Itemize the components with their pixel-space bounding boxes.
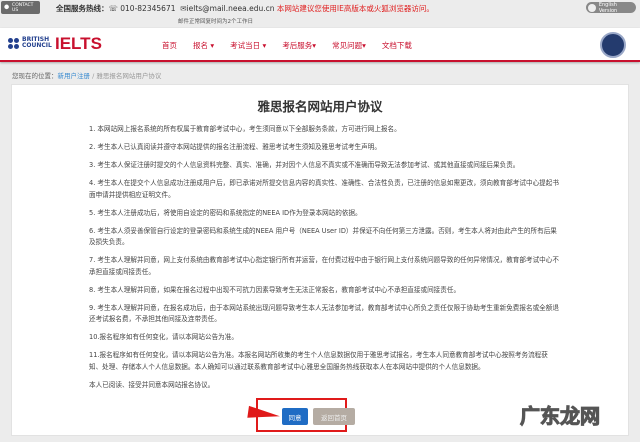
- breadcrumb-label: 您现在的位置：: [12, 72, 58, 80]
- phone-icon: ☏: [108, 4, 121, 13]
- contact-us-button[interactable]: ⬤ CONTACT US: [1, 1, 40, 14]
- contact-label: CONTACT US: [12, 2, 34, 13]
- toggle-knob-icon: [588, 3, 596, 12]
- page-title: 雅思报名网站用户协议: [257, 99, 383, 114]
- breadcrumb-current: 雅思报名网站用户协议: [96, 72, 162, 80]
- email-link[interactable]: ielts@mail.neea.edu.cn: [187, 4, 275, 13]
- nav-faq[interactable]: 常见问题▾: [332, 40, 366, 51]
- term-item: 2. 考生本人已认真阅读并遵守本网站提供的报名注册流程、雅思考试考生须知及雅思考…: [89, 143, 381, 151]
- english-version-toggle[interactable]: English Version: [586, 1, 636, 14]
- main-nav: BRITISH COUNCIL IELTS 首页 报名 ▾ 考试当日 ▾ 考后服务…: [0, 28, 640, 62]
- term-item: 11.报名程序如有任何变化，请以本网站公告为准。本报名网站所收集的考生个人信息数…: [89, 351, 548, 371]
- back-home-button[interactable]: 返回首页: [313, 408, 355, 425]
- agreement-statement: 本人已阅读、接受并同意本网站报名协议。: [89, 380, 215, 389]
- term-item: 1. 本网站网上报名系统的所有权属于教育部考试中心，考生须同意以下全部服务条款，…: [89, 125, 401, 133]
- term-item: 10.报名程序如有任何变化，请以本网站公告为准。: [89, 333, 238, 341]
- english-label: English Version: [598, 1, 618, 14]
- hotline: 全国服务热线：☏ 010-82345671 ✉ielts@mail.neea.e…: [56, 3, 434, 14]
- phone-number: 010-82345671: [120, 4, 176, 13]
- term-item: 3. 考生本人保证注册时提交的个人信息资料完整、真实、准确，并对因个人信息不真实…: [89, 161, 520, 169]
- agree-button[interactable]: 同意: [282, 408, 308, 425]
- nav-downloads[interactable]: 文档下载: [382, 40, 412, 51]
- breadcrumb: 您现在的位置：新用户注册 / 雅思报名网站用户协议: [12, 70, 161, 80]
- term-item: 9. 考生本人理解并同意，在报名成功后，由于本网站系统出现问题导致考生本人无法参…: [89, 303, 559, 324]
- top-bar: ⬤ CONTACT US 全国服务热线：☏ 010-82345671 ✉ielts…: [0, 0, 640, 28]
- location-pin-icon: ⬤: [4, 5, 10, 10]
- term-item: 5. 考生本人注册成功后，将使用自设定的密码和系统指定的NEEA ID作为登录本…: [89, 208, 362, 217]
- term-item: 8. 考生本人理解并同意，如果在报名过程中出现不可抗力因素导致考生无法正常报名，…: [89, 285, 461, 294]
- british-council-logo[interactable]: BRITISH COUNCIL: [8, 37, 52, 49]
- agreement-panel: 雅思报名网站用户协议 1. 本网站网上报名系统的所有权属于教育部考试中心，考生须…: [11, 84, 629, 436]
- ielts-logo[interactable]: IELTS: [55, 34, 102, 54]
- nav-home[interactable]: 首页: [162, 40, 177, 51]
- nav-test-day[interactable]: 考试当日 ▾: [230, 40, 266, 51]
- term-item: 6. 考生本人须妥善保管自行设定的登录密码和系统生成的NEEA 用户号（NEEA…: [89, 226, 557, 247]
- email-reply-note: 邮件正常回复时间为2个工作日: [178, 19, 254, 25]
- term-item: 4. 考生本人在提交个人信息成功注册成用户后，即已承诺对所提交信息内容的真实性、…: [89, 179, 559, 199]
- term-item: 7. 考生本人理解并同意，网上支付系统由教育部考试中心指定银行所有并运营，在付费…: [89, 256, 559, 276]
- hotline-label: 全国服务热线：: [56, 4, 109, 13]
- breadcrumb-link-register[interactable]: 新用户注册: [58, 72, 91, 80]
- nav-register[interactable]: 报名 ▾: [193, 40, 214, 51]
- watermark: 广东龙网: [520, 404, 601, 429]
- nav-after-test[interactable]: 考后服务▾: [282, 40, 316, 51]
- browser-notice: 本网站建议您使用IE高版本或火狐浏览器访问。: [276, 4, 434, 13]
- terms-list: 1. 本网站网上报名系统的所有权属于教育部考试中心，考生须同意以下全部服务条款，…: [89, 124, 559, 398]
- neea-seal-logo: [600, 32, 626, 58]
